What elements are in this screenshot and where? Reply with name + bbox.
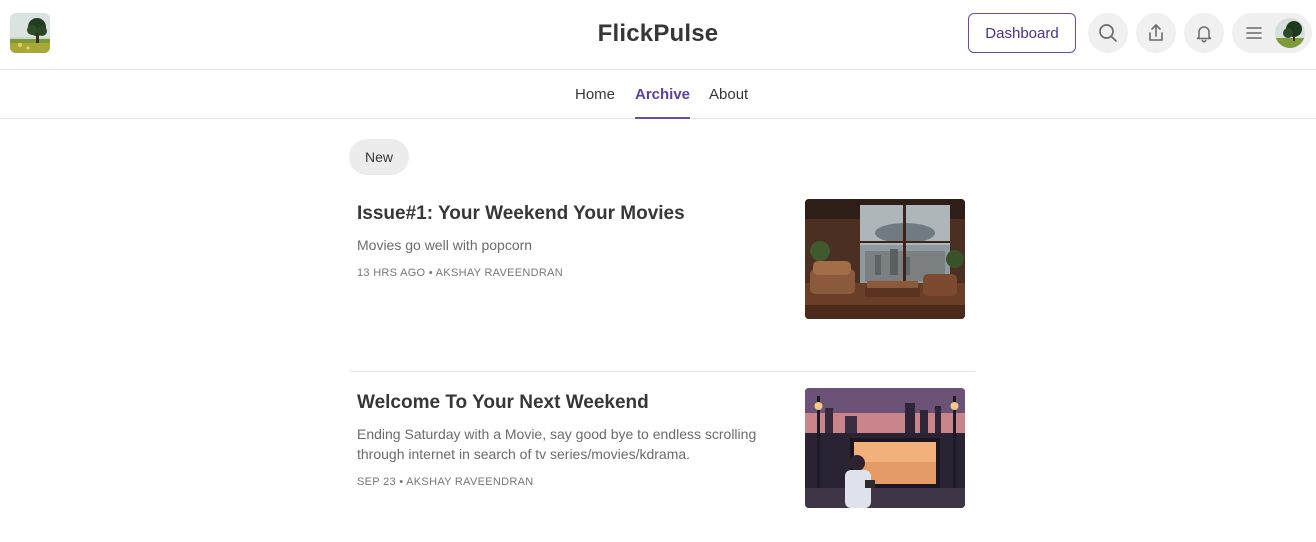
nav-about[interactable]: About bbox=[709, 70, 748, 118]
post-item[interactable]: Issue#1: Your Weekend Your Movies Movies… bbox=[349, 199, 975, 320]
logo-image bbox=[10, 13, 50, 53]
post-subtitle: Movies go well with popcorn bbox=[357, 237, 533, 253]
user-menu-button[interactable] bbox=[1232, 13, 1312, 53]
post-meta: 13 HRS AGO • AKSHAY RAVEENDRAN bbox=[357, 267, 564, 279]
top-header: FlickPulse Dashboard bbox=[0, 0, 1316, 70]
post-thumbnail[interactable] bbox=[805, 199, 965, 319]
post-title[interactable]: Issue#1: Your Weekend Your Movies bbox=[357, 203, 685, 225]
publication-logo[interactable] bbox=[10, 13, 50, 53]
search-button[interactable] bbox=[1088, 13, 1128, 53]
notifications-button[interactable] bbox=[1184, 13, 1224, 53]
nav-home[interactable]: Home bbox=[575, 70, 615, 118]
post-meta: SEP 23 • AKSHAY RAVEENDRAN bbox=[357, 476, 534, 488]
post-thumbnail[interactable] bbox=[805, 388, 965, 508]
post-subtitle: Ending Saturday with a Movie, say good b… bbox=[357, 426, 757, 462]
post-divider bbox=[349, 371, 975, 372]
section-nav: Home Archive About bbox=[0, 70, 1316, 119]
post-title[interactable]: Welcome To Your Next Weekend bbox=[357, 392, 649, 414]
menu-icon bbox=[1246, 27, 1262, 39]
nav-archive[interactable]: Archive bbox=[635, 70, 691, 119]
city-tv-image bbox=[805, 388, 965, 508]
user-avatar bbox=[1275, 18, 1305, 48]
share-icon bbox=[1149, 24, 1163, 41]
bell-icon bbox=[1196, 26, 1212, 43]
search-icon bbox=[1099, 24, 1117, 42]
post-item[interactable]: Welcome To Your Next Weekend Ending Satu… bbox=[349, 388, 975, 509]
brand-title[interactable]: FlickPulse bbox=[598, 20, 719, 47]
dashboard-button[interactable]: Dashboard bbox=[968, 13, 1076, 53]
share-button[interactable] bbox=[1136, 13, 1176, 53]
sort-new-chip[interactable]: New bbox=[349, 139, 409, 175]
cozy-room-image bbox=[805, 199, 965, 319]
